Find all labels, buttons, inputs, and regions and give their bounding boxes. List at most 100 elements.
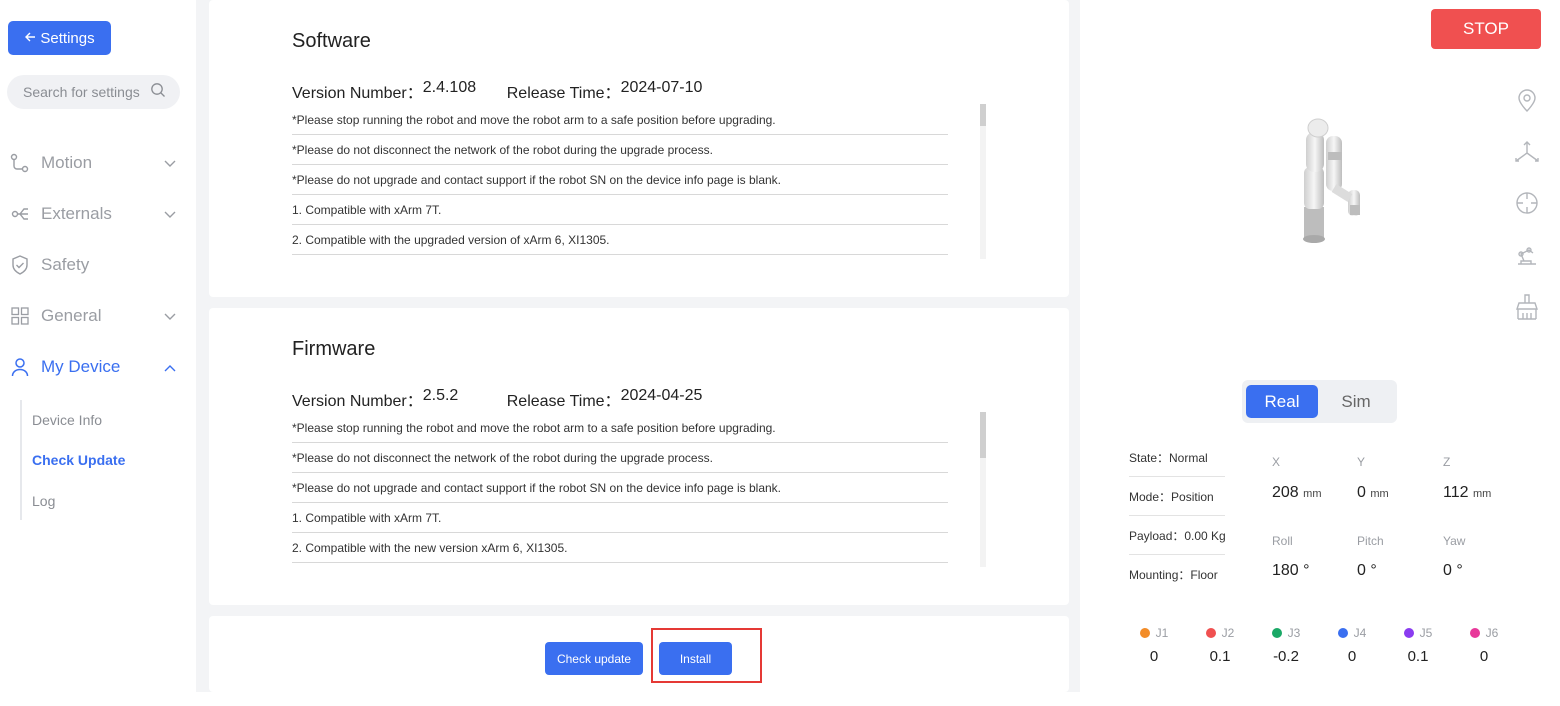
sidebar-item-motion[interactable]: Motion (10, 148, 176, 178)
software-release-notes: *Please stop running the robot and move … (292, 105, 948, 255)
coordinate-axes-icon[interactable] (1514, 139, 1540, 165)
grid-icon (10, 306, 30, 326)
joint-value: 0 (1149, 648, 1159, 665)
back-to-settings-button[interactable]: Settings (8, 21, 111, 55)
crosshair-icon[interactable] (1514, 190, 1540, 216)
joint-dot-icon (1469, 628, 1480, 638)
joint-j4: J4 0 (1327, 626, 1377, 665)
list-item: *Please do not upgrade and contact suppo… (292, 473, 948, 503)
sidebar-item-label: General (41, 306, 102, 325)
list-item: *Please stop running the robot and move … (292, 105, 948, 135)
software-version-row: Version Number： 2.4.108 Release Time： 20… (292, 79, 702, 103)
coord-yaw-label: Yaw (1443, 534, 1466, 548)
install-highlight-box (651, 628, 762, 683)
firmware-version-row: Version Number： 2.5.2 Release Time： 2024… (292, 387, 702, 411)
mode-sim-button[interactable]: Sim (1320, 385, 1392, 418)
list-item: 1. Compatible with xArm 7T. (292, 503, 948, 533)
chevron-down-icon (164, 153, 176, 173)
joint-dot-icon (1337, 628, 1348, 638)
sidebar-item-label: Safety (41, 255, 90, 274)
firmware-scrollbar[interactable] (980, 412, 986, 567)
software-card: Software Version Number： 2.4.108 Release… (209, 0, 1069, 297)
joint-label: J5 (1419, 626, 1433, 640)
broom-clear-icon[interactable] (1514, 294, 1540, 320)
robot-payload: Payload：0.00 Kg (1129, 516, 1226, 555)
joint-value: -0.2 (1273, 648, 1299, 665)
firmware-version-value: 2.5.2 (422, 387, 459, 404)
sidebar-item-safety[interactable]: Safety (10, 250, 176, 280)
coord-x-label: X (1272, 455, 1281, 469)
motion-icon (10, 153, 30, 173)
arrow-left-icon (24, 30, 36, 47)
coord-yaw-value: 0 ° (1443, 562, 1463, 579)
real-sim-toggle: Real Sim (1242, 380, 1397, 423)
sidebar-subitem-log[interactable]: Log (32, 493, 55, 509)
list-item: 1. Compatible with xArm 7T. (292, 195, 948, 225)
list-item: 2. Compatible with the new version xArm … (292, 533, 948, 563)
coord-z-value: 112 mm (1443, 484, 1492, 501)
sidebar-item-my-device[interactable]: My Device (10, 352, 176, 382)
joint-j6: J6 0 (1459, 626, 1509, 665)
coord-y-label: Y (1357, 455, 1366, 469)
sidebar-item-label: Motion (41, 153, 93, 172)
joint-j5: J5 0.1 (1393, 626, 1443, 665)
coord-roll-label: Roll (1272, 534, 1293, 548)
joint-dot-icon (1271, 628, 1282, 638)
sidebar-subitem-device-info[interactable]: Device Info (32, 412, 102, 428)
coord-roll-value: 180 ° (1272, 562, 1310, 579)
release-label: Release Time： (506, 85, 621, 102)
robot-mode: Mode：Position (1129, 477, 1225, 516)
robot-mounting: Mounting：Floor (1129, 568, 1218, 582)
settings-sidebar: Settings Motion Externals Safety General (0, 0, 196, 706)
settings-search[interactable] (7, 75, 180, 109)
list-item: *Please do not disconnect the network of… (292, 135, 948, 165)
mode-real-button[interactable]: Real (1246, 385, 1318, 418)
robot-panel (1080, 0, 1560, 706)
location-pin-icon[interactable] (1514, 87, 1540, 113)
search-input[interactable] (23, 84, 143, 100)
chevron-up-icon (164, 357, 176, 377)
software-release-value: 2024-07-10 (620, 79, 703, 96)
joint-j2: J2 0.1 (1195, 626, 1245, 665)
joint-value: 0 (1347, 648, 1357, 665)
list-item: 2. Compatible with the upgraded version … (292, 225, 948, 255)
chevron-down-icon (164, 204, 176, 224)
firmware-title: Firmware (292, 338, 376, 360)
check-update-button[interactable]: Check update (545, 642, 643, 675)
chevron-down-icon (164, 306, 176, 326)
scrollbar-thumb[interactable] (980, 104, 986, 126)
scrollbar-thumb[interactable] (980, 412, 986, 458)
firmware-release-value: 2024-04-25 (620, 387, 703, 404)
joint-label: J2 (1221, 626, 1235, 640)
joint-value: 0.1 (1209, 648, 1231, 665)
firmware-card: Firmware Version Number： 2.5.2 Release T… (209, 308, 1069, 605)
version-label: Version Number： (292, 393, 423, 410)
software-title: Software (292, 30, 371, 52)
back-button-label: Settings (40, 29, 95, 47)
software-version-value: 2.4.108 (422, 79, 477, 96)
sidebar-subitem-check-update[interactable]: Check Update (32, 452, 125, 468)
joint-dot-icon (1403, 628, 1414, 638)
release-label: Release Time： (506, 393, 621, 410)
user-icon (10, 357, 30, 377)
robot-arm-icon[interactable] (1514, 242, 1540, 268)
robot-state: State：Normal (1129, 438, 1225, 477)
joint-label: J1 (1155, 626, 1169, 640)
stop-button[interactable]: STOP (1431, 9, 1541, 49)
submenu-divider (20, 400, 22, 520)
sidebar-item-externals[interactable]: Externals (10, 199, 176, 229)
sidebar-item-general[interactable]: General (10, 301, 176, 331)
list-item: *Please stop running the robot and move … (292, 413, 948, 443)
software-scrollbar[interactable] (980, 104, 986, 259)
joint-value: 0 (1479, 648, 1489, 665)
list-item: *Please do not disconnect the network of… (292, 443, 948, 473)
joint-label: J6 (1485, 626, 1499, 640)
search-icon[interactable] (150, 82, 166, 103)
joint-value: 0.1 (1407, 648, 1429, 665)
joint-label: J3 (1287, 626, 1301, 640)
joint-dot-icon (1205, 628, 1216, 638)
coord-pitch-value: 0 ° (1357, 562, 1377, 579)
version-label: Version Number： (292, 85, 423, 102)
joint-j1: J1 0 (1129, 626, 1179, 665)
firmware-release-notes: *Please stop running the robot and move … (292, 413, 948, 563)
